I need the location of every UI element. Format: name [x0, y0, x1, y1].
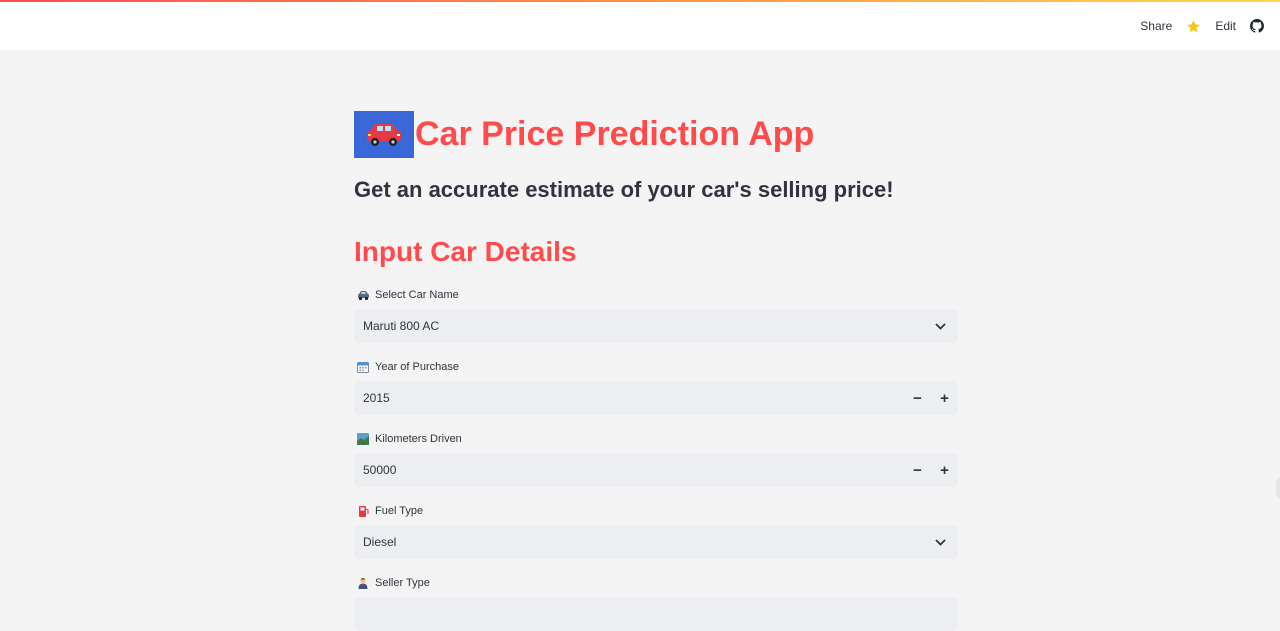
seller-label: Seller Type	[354, 574, 958, 592]
github-icon[interactable]	[1250, 19, 1264, 33]
share-button[interactable]: Share	[1140, 19, 1172, 33]
km-decrement-button[interactable]: −	[904, 453, 931, 487]
seller-label-text: Seller Type	[375, 577, 430, 589]
title-row: Car Price Prediction App	[354, 111, 814, 158]
chevron-down-icon[interactable]	[934, 320, 946, 332]
km-field: Kilometers Driven 50000 − +	[354, 430, 958, 487]
year-stepper: − +	[904, 381, 958, 415]
year-label-text: Year of Purchase	[375, 361, 459, 373]
km-label: Kilometers Driven	[354, 430, 958, 448]
fuel-select[interactable]: Diesel	[354, 525, 958, 559]
car-name-field: Select Car Name Maruti 800 AC	[354, 286, 958, 343]
fuel-value: Diesel	[363, 535, 397, 549]
person-icon	[356, 576, 370, 590]
car-icon	[356, 288, 370, 302]
app-header: Share Edit	[0, 2, 1280, 50]
star-icon[interactable]	[1186, 19, 1201, 34]
car-name-select[interactable]: Maruti 800 AC	[354, 309, 958, 343]
year-decrement-button[interactable]: −	[904, 381, 931, 415]
seller-select[interactable]	[354, 597, 958, 631]
seller-field: Seller Type	[354, 574, 958, 631]
km-label-text: Kilometers Driven	[375, 433, 462, 445]
car-logo-icon	[354, 111, 414, 158]
year-field: Year of Purchase 2015 − +	[354, 358, 958, 415]
fuel-field: Fuel Type Diesel	[354, 502, 958, 559]
header-actions: Share Edit	[1140, 2, 1264, 50]
road-icon	[356, 432, 370, 446]
year-label: Year of Purchase	[354, 358, 958, 376]
app-subtitle: Get an accurate estimate of your car's s…	[354, 177, 894, 202]
car-name-value: Maruti 800 AC	[363, 319, 440, 333]
app-title: Car Price Prediction App	[415, 115, 815, 153]
year-value: 2015	[363, 391, 390, 405]
km-value: 50000	[363, 463, 397, 477]
fuel-pump-icon	[356, 504, 370, 518]
fuel-label: Fuel Type	[354, 502, 958, 520]
right-edge-handle[interactable]	[1276, 478, 1280, 498]
year-number-input[interactable]: 2015 − +	[354, 381, 958, 415]
chevron-down-icon[interactable]	[934, 536, 946, 548]
car-name-label-text: Select Car Name	[375, 289, 459, 301]
edit-button[interactable]: Edit	[1215, 19, 1236, 33]
km-increment-button[interactable]: +	[931, 453, 958, 487]
car-name-label: Select Car Name	[354, 286, 958, 304]
fuel-label-text: Fuel Type	[375, 505, 424, 517]
year-increment-button[interactable]: +	[931, 381, 958, 415]
calendar-icon	[356, 360, 370, 374]
km-stepper: − +	[904, 453, 958, 487]
km-number-input[interactable]: 50000 − +	[354, 453, 958, 487]
section-title: Input Car Details	[354, 236, 577, 267]
